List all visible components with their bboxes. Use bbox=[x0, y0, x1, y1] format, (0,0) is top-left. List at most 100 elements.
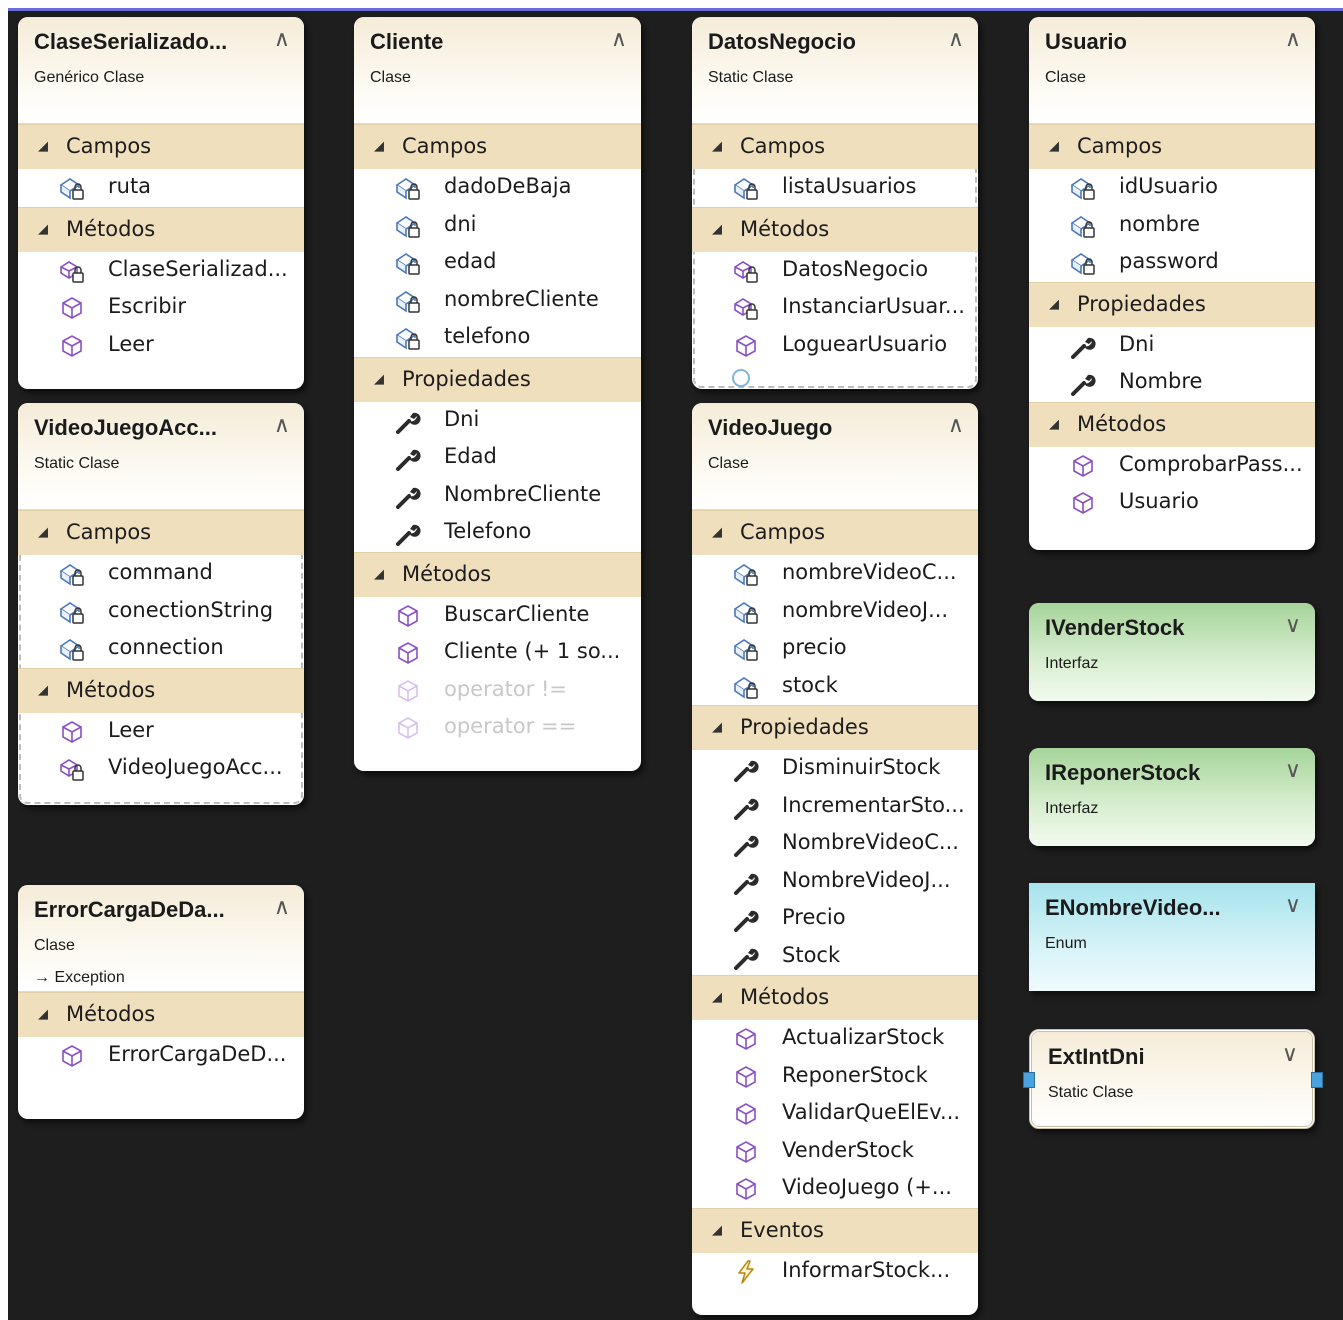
member-row[interactable]: Dni bbox=[354, 402, 641, 440]
member-row[interactable]: conectionString bbox=[18, 593, 304, 631]
resize-handle-right[interactable] bbox=[1311, 1072, 1323, 1088]
member-row[interactable]: ValidarQueElEv... bbox=[692, 1095, 978, 1133]
section-header-metodos[interactable]: ◢ Métodos bbox=[18, 992, 304, 1037]
collapse-triangle-icon[interactable]: ◢ bbox=[712, 525, 722, 540]
shape-extintdni[interactable]: ExtIntDni Static Clase ∨ bbox=[1029, 1029, 1315, 1129]
collapse-triangle-icon[interactable]: ◢ bbox=[374, 372, 384, 387]
member-row[interactable]: stock bbox=[692, 668, 978, 706]
section-header-metodos[interactable]: ◢ Métodos bbox=[692, 975, 978, 1020]
section-header-metodos[interactable]: ◢ Métodos bbox=[1029, 401, 1315, 447]
shape-usuario[interactable]: Usuario Clase ∧ ◢ Campos idUsuario nombre passw… bbox=[1029, 17, 1315, 550]
member-row[interactable]: Precio bbox=[692, 900, 978, 938]
collapse-triangle-icon[interactable]: ◢ bbox=[712, 222, 722, 237]
member-row[interactable]: InformarStock... bbox=[692, 1253, 978, 1291]
section-header-metodos[interactable]: ◢ Métodos bbox=[354, 551, 641, 597]
member-row[interactable]: nombreVideoC... bbox=[692, 555, 978, 593]
member-row[interactable]: NombreVideoC... bbox=[692, 825, 978, 863]
member-row[interactable]: Telefono bbox=[354, 514, 641, 552]
shape-claseserializado[interactable]: ClaseSerializado... Genérico Clase ∧ ◢ Campo… bbox=[18, 17, 304, 389]
shape-enombrevideo[interactable]: ENombreVideo... Enum ∨ bbox=[1029, 883, 1315, 991]
collapse-triangle-icon[interactable]: ◢ bbox=[712, 990, 722, 1005]
section-header-eventos[interactable]: ◢ Eventos bbox=[692, 1207, 978, 1253]
shape-header[interactable]: ExtIntDni Static Clase ∨ bbox=[1032, 1032, 1312, 1126]
member-row[interactable]: ReponerStock bbox=[692, 1058, 978, 1096]
collapse-chevron-icon[interactable]: ∧ bbox=[611, 29, 627, 51]
member-row[interactable]: operator != bbox=[354, 672, 641, 710]
expand-chevron-icon[interactable]: ∨ bbox=[1285, 760, 1301, 782]
member-row[interactable]: VideoJuegoAcc... bbox=[18, 750, 304, 788]
collapse-triangle-icon[interactable]: ◢ bbox=[38, 683, 48, 698]
member-row[interactable]: ClaseSerializad... bbox=[18, 252, 304, 290]
member-row[interactable]: Escribir bbox=[18, 289, 304, 327]
collapse-triangle-icon[interactable]: ◢ bbox=[712, 720, 722, 735]
shape-header[interactable]: ClaseSerializado... Genérico Clase ∧ bbox=[18, 17, 304, 124]
collapse-chevron-icon[interactable]: ∧ bbox=[274, 897, 290, 919]
section-header-propiedades[interactable]: ◢ Propiedades bbox=[1029, 281, 1315, 327]
member-row[interactable]: Stock bbox=[692, 938, 978, 976]
section-header-campos[interactable]: ◢ Campos bbox=[1029, 124, 1315, 169]
section-header-campos[interactable]: ◢ Campos bbox=[18, 124, 304, 169]
shape-header[interactable]: ErrorCargaDeDa... Clase → Exception ∧ bbox=[18, 885, 304, 992]
collapse-triangle-icon[interactable]: ◢ bbox=[38, 222, 48, 237]
expand-chevron-icon[interactable]: ∨ bbox=[1285, 615, 1301, 637]
member-row[interactable]: ruta bbox=[18, 169, 304, 207]
section-header-propiedades[interactable]: ◢ Propiedades bbox=[354, 356, 641, 402]
member-row[interactable]: Usuario bbox=[1029, 484, 1315, 522]
collapse-triangle-icon[interactable]: ◢ bbox=[712, 139, 722, 154]
member-row[interactable]: Leer bbox=[18, 327, 304, 365]
member-row[interactable]: InstanciarUsuar... bbox=[692, 289, 978, 327]
member-row[interactable]: IncrementarSto... bbox=[692, 788, 978, 826]
member-row[interactable]: Nombre bbox=[1029, 364, 1315, 402]
collapse-triangle-icon[interactable]: ◢ bbox=[38, 1007, 48, 1022]
shape-header[interactable]: VideoJuegoAcc... Static Clase ∧ bbox=[18, 403, 304, 510]
member-row[interactable]: NombreVideoJ... bbox=[692, 863, 978, 901]
collapse-triangle-icon[interactable]: ◢ bbox=[1049, 417, 1059, 432]
section-header-campos[interactable]: ◢ Campos bbox=[18, 510, 304, 555]
member-row[interactable]: LoguearUsuario bbox=[692, 327, 978, 365]
section-header-metodos[interactable]: ◢ Métodos bbox=[18, 206, 304, 252]
expand-chevron-icon[interactable]: ∨ bbox=[1282, 1044, 1298, 1066]
member-row[interactable]: ErrorCargaDeD... bbox=[18, 1037, 304, 1075]
section-header-metodos[interactable]: ◢ Métodos bbox=[692, 206, 978, 252]
member-row[interactable]: edad bbox=[354, 244, 641, 282]
shape-datosnegocio[interactable]: DatosNegocio Static Clase ∧ ◢ Campos listaUsu… bbox=[692, 17, 978, 389]
section-header-propiedades[interactable]: ◢ Propiedades bbox=[692, 705, 978, 750]
shape-ireponerstock[interactable]: IReponerStock Interfaz ∨ bbox=[1029, 748, 1315, 846]
shape-errorcargadeda[interactable]: ErrorCargaDeDa... Clase → Exception ∧ ◢ Métod… bbox=[18, 885, 304, 1119]
member-row[interactable]: Cliente (+ 1 so... bbox=[354, 634, 641, 672]
connector-port-icon[interactable] bbox=[732, 369, 750, 387]
member-row[interactable]: NombreCliente bbox=[354, 477, 641, 515]
member-row[interactable]: VenderStock bbox=[692, 1133, 978, 1171]
shape-cliente[interactable]: Cliente Clase ∧ ◢ Campos dadoDeBaja dni edad nom… bbox=[354, 17, 641, 771]
section-header-metodos[interactable]: ◢ Métodos bbox=[18, 667, 304, 713]
collapse-triangle-icon[interactable]: ◢ bbox=[712, 1223, 722, 1238]
member-row[interactable]: password bbox=[1029, 244, 1315, 282]
resize-handle-left[interactable] bbox=[1023, 1072, 1035, 1088]
shape-header[interactable]: IVenderStock Interfaz ∨ bbox=[1029, 603, 1315, 701]
collapse-triangle-icon[interactable]: ◢ bbox=[374, 139, 384, 154]
collapse-chevron-icon[interactable]: ∧ bbox=[948, 29, 964, 51]
shape-header[interactable]: DatosNegocio Static Clase ∧ bbox=[692, 17, 978, 124]
member-row[interactable]: VideoJuego (+... bbox=[692, 1170, 978, 1208]
collapse-chevron-icon[interactable]: ∧ bbox=[1285, 29, 1301, 51]
member-row[interactable]: listaUsuarios bbox=[692, 169, 978, 207]
member-row[interactable]: nombreCliente bbox=[354, 282, 641, 320]
member-row[interactable]: Leer bbox=[18, 713, 304, 751]
shape-videojuegoacc[interactable]: VideoJuegoAcc... Static Clase ∧ ◢ Campos comm… bbox=[18, 403, 304, 805]
member-row[interactable]: connection bbox=[18, 630, 304, 668]
collapse-triangle-icon[interactable]: ◢ bbox=[374, 567, 384, 582]
collapse-triangle-icon[interactable]: ◢ bbox=[1049, 297, 1059, 312]
member-row[interactable]: Edad bbox=[354, 439, 641, 477]
shape-header[interactable]: ENombreVideo... Enum ∨ bbox=[1029, 883, 1315, 991]
member-row[interactable]: ComprobarPass... bbox=[1029, 447, 1315, 485]
member-row[interactable]: DatosNegocio bbox=[692, 252, 978, 290]
collapse-chevron-icon[interactable]: ∧ bbox=[274, 29, 290, 51]
expand-chevron-icon[interactable]: ∨ bbox=[1285, 895, 1301, 917]
member-row[interactable]: idUsuario bbox=[1029, 169, 1315, 207]
collapse-triangle-icon[interactable]: ◢ bbox=[38, 525, 48, 540]
member-row[interactable]: nombre bbox=[1029, 207, 1315, 245]
shape-ivenderstock[interactable]: IVenderStock Interfaz ∨ bbox=[1029, 603, 1315, 701]
collapse-triangle-icon[interactable]: ◢ bbox=[38, 139, 48, 154]
member-row[interactable]: dadoDeBaja bbox=[354, 169, 641, 207]
shape-header[interactable]: Usuario Clase ∧ bbox=[1029, 17, 1315, 124]
